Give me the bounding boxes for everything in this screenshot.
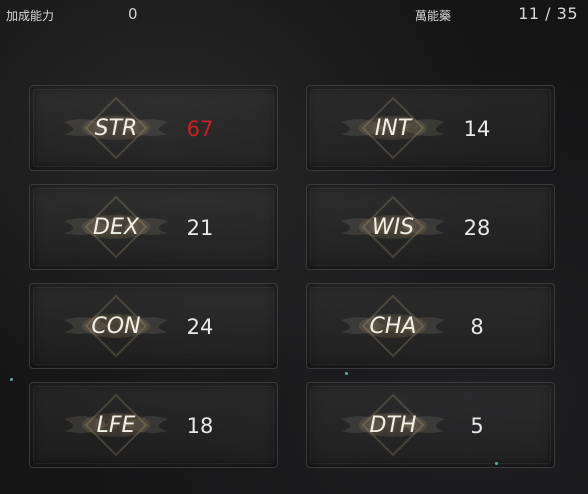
stat-name: DTH: [369, 413, 417, 438]
stat-value: 18: [186, 414, 214, 438]
stat-card-con[interactable]: CON 24: [29, 283, 278, 369]
stat-card-int[interactable]: INT 14: [306, 85, 555, 171]
stat-card-lfe[interactable]: LFE 18: [29, 382, 278, 468]
stat-card-dth[interactable]: DTH 5: [306, 382, 555, 468]
stat-value: 8: [470, 315, 484, 339]
stat-name: INT: [374, 116, 412, 141]
stat-value: 24: [186, 315, 214, 339]
stat-value: 67: [186, 117, 214, 141]
stat-card-wis[interactable]: WIS 28: [306, 184, 555, 270]
stat-card-dex[interactable]: DEX 21: [29, 184, 278, 270]
stat-name: CHA: [369, 314, 417, 339]
stat-grid: STR 67 INT 14 DEX 21 WIS 28 CON 24 CHA 8…: [0, 0, 588, 494]
stat-name: DEX: [93, 215, 139, 240]
stat-value: 5: [470, 414, 484, 438]
stat-card-str[interactable]: STR 67: [29, 85, 278, 171]
stat-name: LFE: [96, 413, 136, 438]
stat-value: 28: [463, 216, 491, 240]
stat-value: 21: [186, 216, 214, 240]
sparkle-particle: [10, 378, 13, 381]
stat-name: CON: [91, 314, 141, 339]
stat-name: STR: [94, 116, 138, 141]
sparkle-particle: [345, 372, 348, 375]
stat-name: WIS: [371, 215, 415, 240]
stat-card-cha[interactable]: CHA 8: [306, 283, 555, 369]
sparkle-particle: [495, 462, 498, 465]
stat-value: 14: [463, 117, 491, 141]
